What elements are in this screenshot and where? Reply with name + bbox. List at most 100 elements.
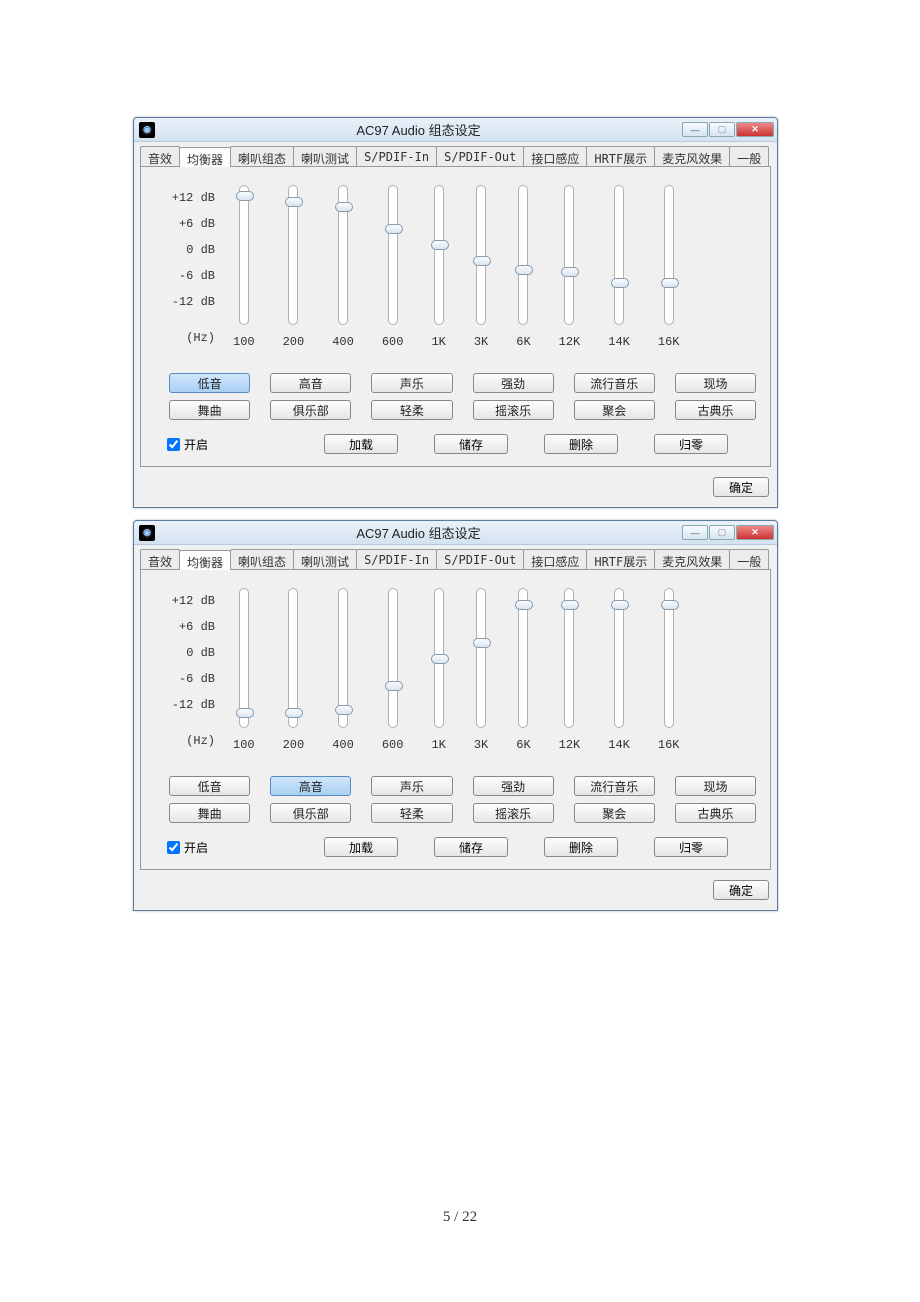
tab-9[interactable]: 一般 bbox=[729, 549, 769, 569]
action-button[interactable]: 归零 bbox=[654, 837, 728, 857]
eq-slider-thumb[interactable] bbox=[431, 240, 449, 250]
eq-slider-3K[interactable] bbox=[476, 588, 486, 728]
eq-slider-16K[interactable] bbox=[664, 185, 674, 325]
tab-2[interactable]: 喇叭组态 bbox=[230, 549, 294, 569]
eq-slider-thumb[interactable] bbox=[236, 708, 254, 718]
tab-5[interactable]: S/PDIF-Out bbox=[436, 549, 524, 569]
action-button[interactable]: 加载 bbox=[324, 837, 398, 857]
eq-slider-thumb[interactable] bbox=[285, 197, 303, 207]
preset-button[interactable]: 聚会 bbox=[574, 400, 655, 420]
eq-slider-thumb[interactable] bbox=[561, 600, 579, 610]
action-button[interactable]: 删除 bbox=[544, 837, 618, 857]
eq-slider-thumb[interactable] bbox=[611, 278, 629, 288]
tab-5[interactable]: S/PDIF-Out bbox=[436, 146, 524, 166]
eq-slider-1K[interactable] bbox=[434, 185, 444, 325]
eq-slider-thumb[interactable] bbox=[431, 654, 449, 664]
preset-button[interactable]: 现场 bbox=[675, 776, 756, 796]
preset-button[interactable]: 现场 bbox=[675, 373, 756, 393]
preset-button[interactable]: 舞曲 bbox=[169, 400, 250, 420]
eq-slider-200[interactable] bbox=[288, 588, 298, 728]
action-button[interactable]: 加载 bbox=[324, 434, 398, 454]
eq-slider-thumb[interactable] bbox=[335, 705, 353, 715]
tab-4[interactable]: S/PDIF-In bbox=[356, 549, 437, 569]
tab-7[interactable]: HRTF展示 bbox=[586, 549, 655, 569]
maximize-button[interactable]: ▢ bbox=[709, 122, 735, 137]
eq-slider-16K[interactable] bbox=[664, 588, 674, 728]
eq-slider-600[interactable] bbox=[388, 185, 398, 325]
tab-4[interactable]: S/PDIF-In bbox=[356, 146, 437, 166]
action-button[interactable]: 储存 bbox=[434, 837, 508, 857]
preset-button[interactable]: 声乐 bbox=[371, 373, 452, 393]
preset-button[interactable]: 摇滚乐 bbox=[473, 400, 554, 420]
eq-slider-thumb[interactable] bbox=[561, 267, 579, 277]
eq-slider-thumb[interactable] bbox=[236, 191, 254, 201]
preset-button[interactable]: 轻柔 bbox=[371, 400, 452, 420]
tab-7[interactable]: HRTF展示 bbox=[586, 146, 655, 166]
eq-slider-thumb[interactable] bbox=[335, 202, 353, 212]
eq-slider-100[interactable] bbox=[239, 588, 249, 728]
tab-8[interactable]: 麦克风效果 bbox=[654, 549, 730, 569]
eq-slider-thumb[interactable] bbox=[661, 278, 679, 288]
eq-slider-thumb[interactable] bbox=[473, 256, 491, 266]
eq-slider-thumb[interactable] bbox=[473, 638, 491, 648]
tab-8[interactable]: 麦克风效果 bbox=[654, 146, 730, 166]
eq-slider-6K[interactable] bbox=[518, 588, 528, 728]
preset-button[interactable]: 高音 bbox=[270, 373, 351, 393]
eq-slider-1K[interactable] bbox=[434, 588, 444, 728]
eq-slider-thumb[interactable] bbox=[285, 708, 303, 718]
preset-button[interactable]: 舞曲 bbox=[169, 803, 250, 823]
tab-1[interactable]: 均衡器 bbox=[179, 147, 231, 167]
preset-button[interactable]: 流行音乐 bbox=[574, 373, 655, 393]
preset-button[interactable]: 俱乐部 bbox=[270, 803, 351, 823]
preset-button[interactable]: 强劲 bbox=[473, 373, 554, 393]
eq-slider-thumb[interactable] bbox=[515, 600, 533, 610]
eq-slider-3K[interactable] bbox=[476, 185, 486, 325]
enable-checkbox[interactable]: 开启 bbox=[167, 839, 208, 856]
preset-button[interactable]: 低音 bbox=[169, 776, 250, 796]
tab-6[interactable]: 接口感应 bbox=[523, 146, 587, 166]
preset-button[interactable]: 流行音乐 bbox=[574, 776, 655, 796]
enable-checkbox-input[interactable] bbox=[167, 841, 180, 854]
minimize-button[interactable]: — bbox=[682, 525, 708, 540]
ok-button[interactable]: 确定 bbox=[713, 880, 769, 900]
ok-button[interactable]: 确定 bbox=[713, 477, 769, 497]
preset-button[interactable]: 聚会 bbox=[574, 803, 655, 823]
action-button[interactable]: 归零 bbox=[654, 434, 728, 454]
minimize-button[interactable]: — bbox=[682, 122, 708, 137]
eq-slider-12K[interactable] bbox=[564, 588, 574, 728]
preset-button[interactable]: 古典乐 bbox=[675, 803, 756, 823]
eq-slider-100[interactable] bbox=[239, 185, 249, 325]
tab-3[interactable]: 喇叭测试 bbox=[293, 549, 357, 569]
eq-slider-400[interactable] bbox=[338, 185, 348, 325]
tab-1[interactable]: 均衡器 bbox=[179, 550, 231, 570]
eq-slider-thumb[interactable] bbox=[661, 600, 679, 610]
tab-2[interactable]: 喇叭组态 bbox=[230, 146, 294, 166]
close-button[interactable]: ✕ bbox=[736, 525, 774, 540]
enable-checkbox[interactable]: 开启 bbox=[167, 436, 208, 453]
tab-0[interactable]: 音效 bbox=[140, 549, 180, 569]
close-button[interactable]: ✕ bbox=[736, 122, 774, 137]
eq-slider-12K[interactable] bbox=[564, 185, 574, 325]
tab-6[interactable]: 接口感应 bbox=[523, 549, 587, 569]
eq-slider-600[interactable] bbox=[388, 588, 398, 728]
eq-slider-14K[interactable] bbox=[614, 588, 624, 728]
preset-button[interactable]: 声乐 bbox=[371, 776, 452, 796]
preset-button[interactable]: 强劲 bbox=[473, 776, 554, 796]
eq-slider-6K[interactable] bbox=[518, 185, 528, 325]
tab-9[interactable]: 一般 bbox=[729, 146, 769, 166]
eq-slider-thumb[interactable] bbox=[385, 681, 403, 691]
eq-slider-200[interactable] bbox=[288, 185, 298, 325]
maximize-button[interactable]: ▢ bbox=[709, 525, 735, 540]
preset-button[interactable]: 轻柔 bbox=[371, 803, 452, 823]
preset-button[interactable]: 高音 bbox=[270, 776, 351, 796]
preset-button[interactable]: 摇滚乐 bbox=[473, 803, 554, 823]
preset-button[interactable]: 低音 bbox=[169, 373, 250, 393]
eq-slider-thumb[interactable] bbox=[515, 265, 533, 275]
enable-checkbox-input[interactable] bbox=[167, 438, 180, 451]
eq-slider-thumb[interactable] bbox=[385, 224, 403, 234]
preset-button[interactable]: 俱乐部 bbox=[270, 400, 351, 420]
action-button[interactable]: 储存 bbox=[434, 434, 508, 454]
eq-slider-400[interactable] bbox=[338, 588, 348, 728]
tab-0[interactable]: 音效 bbox=[140, 146, 180, 166]
tab-3[interactable]: 喇叭测试 bbox=[293, 146, 357, 166]
